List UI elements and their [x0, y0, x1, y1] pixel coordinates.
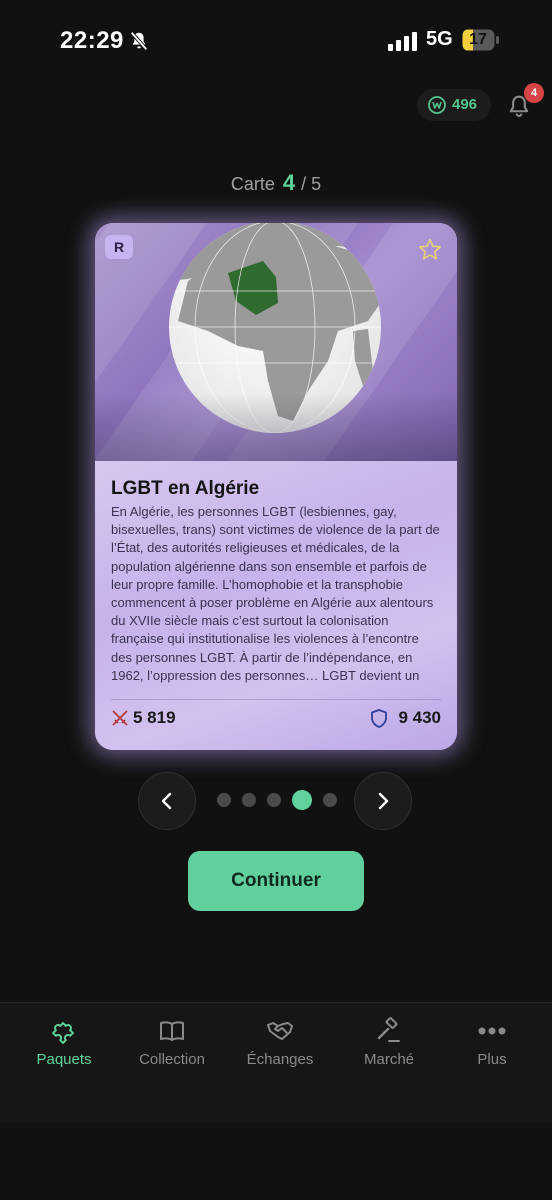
more-icon [478, 1027, 506, 1035]
next-card-button[interactable] [354, 772, 412, 830]
tab-echanges[interactable]: Échanges [225, 1017, 335, 1077]
collectible-card[interactable]: R LGBT en Algérie En Algérie, les person… [95, 223, 457, 750]
chevron-left-icon [161, 792, 172, 810]
coin-value: 496 [452, 96, 478, 113]
card-body: LGBT en Algérie En Algérie, les personne… [95, 461, 457, 750]
card-illustration: R [95, 223, 457, 461]
card-title: LGBT en Algérie [111, 478, 260, 499]
previous-card-button[interactable] [138, 772, 196, 830]
page-dot[interactable] [217, 793, 231, 807]
book-icon [160, 1021, 184, 1041]
card-divider [111, 699, 441, 700]
clock: 22:29 [60, 27, 124, 54]
page-indicator [217, 790, 337, 810]
bell-muted-icon [130, 31, 148, 51]
signal-icon [388, 32, 417, 51]
counter-label: Carte [230, 174, 275, 194]
tab-label-paquets: Paquets [36, 1051, 92, 1068]
handshake-icon [267, 1022, 293, 1040]
tab-label-plus: Plus [477, 1051, 507, 1068]
coin-balance[interactable]: 496 [417, 89, 491, 121]
counter-total: / 5 [301, 174, 322, 194]
notification-count-badge: 4 [524, 83, 544, 103]
counter-current: 4 [282, 170, 296, 195]
gavel-icon [377, 1017, 400, 1042]
coin-icon [428, 96, 446, 114]
chevron-right-icon [378, 792, 389, 810]
tab-label-echanges: Échanges [246, 1051, 314, 1068]
tab-paquets[interactable]: Paquets [9, 1017, 119, 1077]
tab-marche[interactable]: Marché [334, 1017, 444, 1077]
card-counter: Carte 4/ 5 [0, 170, 552, 196]
attack-value: 5 819 [133, 708, 176, 727]
crossed-swords-icon [112, 710, 128, 726]
page-dot[interactable] [242, 793, 256, 807]
puzzle-icon [52, 1022, 74, 1044]
shield-icon [371, 709, 387, 728]
battery-level: 17 [469, 31, 487, 48]
favorite-star-icon[interactable] [417, 237, 443, 263]
rarity-badge: R [105, 235, 133, 259]
tab-plus[interactable]: Plus [437, 1017, 547, 1077]
network-type: 5G [426, 28, 453, 50]
page-dot-active[interactable] [292, 790, 312, 810]
status-bar: 22:29 5G 17 [0, 0, 552, 80]
page-dot[interactable] [267, 793, 281, 807]
page-dot[interactable] [323, 793, 337, 807]
card-description: En Algérie, les personnes LGBT (lesbienn… [111, 504, 440, 687]
tab-collection[interactable]: Collection [117, 1017, 227, 1077]
bottom-tab-bar: Paquets Collection Échanges Marché Plus [0, 1002, 552, 1123]
tab-label-collection: Collection [139, 1051, 205, 1068]
defense-value: 9 430 [398, 708, 441, 727]
tab-label-marche: Marché [363, 1051, 415, 1068]
continue-button[interactable]: Continuer [188, 851, 364, 911]
